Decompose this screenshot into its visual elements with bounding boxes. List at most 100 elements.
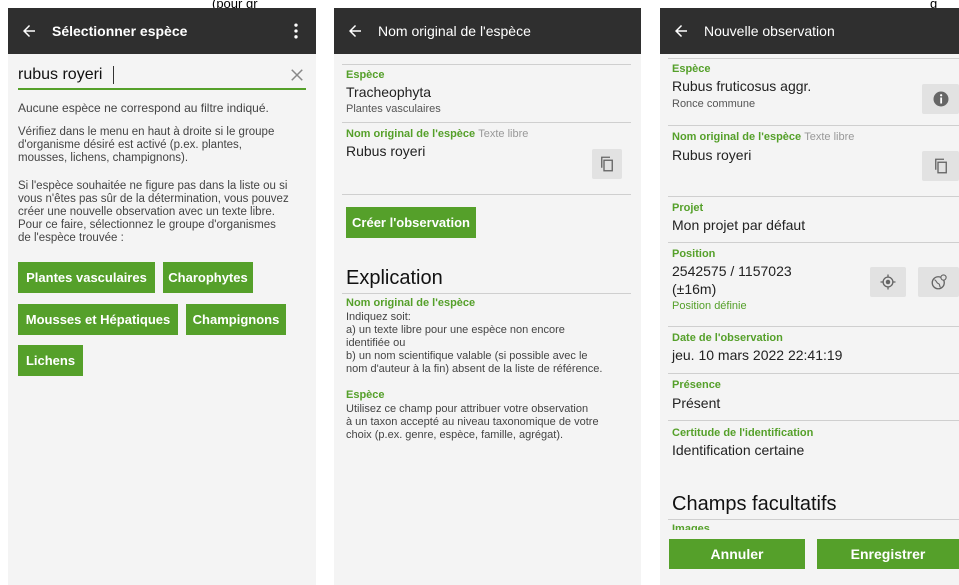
page-title: Sélectionner espèce bbox=[52, 23, 188, 39]
divider bbox=[668, 242, 959, 243]
presence-value[interactable]: Présent bbox=[672, 395, 720, 411]
explication-species-label: Espèce bbox=[346, 389, 385, 401]
cancel-button[interactable]: Annuler bbox=[669, 539, 805, 569]
original-name-label: Nom original de l'espèce Texte libre bbox=[672, 131, 854, 143]
text-line: identifiée ou bbox=[346, 337, 406, 349]
text-line: mousses, lichens, champignons). bbox=[18, 152, 189, 164]
copy-icon bbox=[934, 158, 947, 174]
text-line: Pour ce faire, sélectionnez le groupe d'… bbox=[18, 219, 276, 231]
copy-button[interactable] bbox=[592, 149, 622, 179]
divider bbox=[342, 194, 631, 195]
page-title: Nom original de l'espèce bbox=[378, 23, 531, 39]
species-subtitle: Ronce commune bbox=[672, 98, 756, 110]
position-label: Position bbox=[672, 248, 716, 260]
species-subtitle: Plantes vasculaires bbox=[346, 103, 441, 115]
divider bbox=[668, 125, 959, 126]
certainty-value[interactable]: Identification certaine bbox=[672, 442, 804, 458]
page-title: Nouvelle observation bbox=[704, 23, 835, 39]
text-cursor bbox=[113, 66, 114, 84]
copy-button[interactable] bbox=[922, 151, 959, 181]
free-text-hint: Si l'espèce souhaitée ne figure pas dans… bbox=[18, 180, 289, 245]
search-input-value: rubus royeri bbox=[18, 66, 103, 83]
explication-species-text: Utilisez ce champ pour attribuer votre o… bbox=[346, 403, 599, 442]
divider bbox=[342, 64, 631, 65]
images-label: Images bbox=[672, 523, 710, 530]
original-name-value[interactable]: Rubus royeri bbox=[672, 147, 751, 163]
info-button[interactable] bbox=[922, 84, 959, 114]
text-line: Utilisez ce champ pour attribuer votre o… bbox=[346, 403, 589, 415]
divider bbox=[668, 58, 959, 59]
date-value[interactable]: jeu. 10 mars 2022 22:41:19 bbox=[672, 347, 842, 363]
info-icon bbox=[933, 91, 948, 107]
text-line: Si l'espèce souhaitée ne figure pas dans… bbox=[18, 180, 288, 192]
divider bbox=[342, 122, 631, 123]
group-hint-text: Vérifiez dans le menu en haut à droite s… bbox=[18, 126, 274, 165]
certainty-label: Certitude de l'identification bbox=[672, 427, 814, 439]
group-button-mousses-hepatiques[interactable]: Mousses et Hépatiques bbox=[18, 304, 178, 335]
map-location-button[interactable] bbox=[918, 267, 959, 297]
project-value[interactable]: Mon projet par défaut bbox=[672, 217, 805, 233]
text-line: a) un texte libre pour une espèce non en… bbox=[346, 324, 565, 336]
screen-original-name: Nom original de l'espèce Espèce Tracheop… bbox=[334, 8, 641, 585]
text-line: choix (p.ex. genre, espèce, famille, agr… bbox=[346, 429, 564, 441]
app-bar: Sélectionner espèce bbox=[8, 8, 316, 54]
species-value[interactable]: Tracheophyta bbox=[346, 84, 431, 100]
search-input[interactable]: rubus royeri bbox=[18, 64, 306, 90]
app-bar: Nom original de l'espèce bbox=[334, 8, 641, 54]
no-match-text: Aucune espèce ne correspond au filtre in… bbox=[18, 101, 269, 115]
divider bbox=[668, 326, 959, 327]
create-observation-button[interactable]: Créer l'observation bbox=[346, 207, 476, 238]
project-label: Projet bbox=[672, 202, 704, 214]
text-line: de l'espèce trouvée : bbox=[18, 232, 124, 244]
back-arrow-icon[interactable] bbox=[346, 22, 364, 40]
optional-fields-heading: Champs facultatifs bbox=[672, 493, 837, 515]
free-text-tag: Texte libre bbox=[478, 128, 529, 140]
text-line: d'organisme désiré est activé (p.ex. pla… bbox=[18, 139, 243, 151]
presence-label: Présence bbox=[672, 379, 721, 391]
save-button[interactable]: Enregistrer bbox=[817, 539, 959, 569]
group-button-charophytes[interactable]: Charophytes bbox=[163, 262, 253, 293]
globe-pin-icon bbox=[931, 274, 947, 290]
screen-new-observation: Nouvelle observation Espèce Rubus frutic… bbox=[660, 8, 959, 585]
clear-icon[interactable] bbox=[288, 66, 306, 84]
group-button-champignons[interactable]: Champignons bbox=[186, 304, 286, 335]
original-name-value[interactable]: Rubus royeri bbox=[346, 143, 425, 159]
label-text: Nom original de l'espèce bbox=[672, 131, 802, 143]
back-arrow-icon[interactable] bbox=[672, 22, 690, 40]
text-line: Indiquez soit: bbox=[346, 311, 411, 323]
copy-icon bbox=[601, 156, 613, 172]
divider bbox=[668, 519, 959, 520]
top-caption-right: g bbox=[930, 0, 938, 8]
text-line: Vérifiez dans le menu en haut à droite s… bbox=[18, 126, 275, 138]
position-precision: (±16m) bbox=[672, 281, 717, 297]
screen-select-species: Sélectionner espèce rubus royeri Aucune … bbox=[8, 8, 316, 585]
group-button-plantes-vasculaires[interactable]: Plantes vasculaires bbox=[18, 262, 155, 293]
free-text-tag: Texte libre bbox=[804, 131, 855, 143]
divider bbox=[668, 420, 959, 421]
position-status: Position définie bbox=[672, 300, 747, 312]
divider bbox=[668, 373, 959, 374]
text-line: vous n'êtes pas sûr de la détermination,… bbox=[18, 193, 289, 205]
text-line: à un taxon accepté au niveau taxonomique… bbox=[346, 416, 599, 428]
group-button-lichens[interactable]: Lichens bbox=[18, 345, 83, 376]
text-line: créer une nouvelle observation avec un t… bbox=[18, 206, 275, 218]
bottom-action-bar: Annuler Enregistrer bbox=[660, 530, 959, 585]
gps-target-icon bbox=[880, 274, 896, 290]
text-line: b) un nom scientifique valable (si possi… bbox=[346, 350, 588, 362]
species-label: Espèce bbox=[672, 63, 711, 75]
original-name-label: Nom original de l'espèce Texte libre bbox=[346, 128, 528, 140]
explication-original-name-text: Indiquez soit: a) un texte libre pour un… bbox=[346, 311, 602, 376]
explication-heading: Explication bbox=[346, 267, 443, 289]
divider bbox=[668, 196, 959, 197]
locate-button[interactable] bbox=[870, 267, 906, 297]
more-vert-icon[interactable] bbox=[286, 21, 306, 41]
date-label: Date de l'observation bbox=[672, 332, 783, 344]
position-value[interactable]: 2542575 / 1157023 bbox=[672, 263, 792, 279]
species-label: Espèce bbox=[346, 69, 385, 81]
text-line: nom d'auteur à la fin) absent de la list… bbox=[346, 363, 603, 375]
label-text: Nom original de l'espèce bbox=[346, 128, 476, 140]
back-arrow-icon[interactable] bbox=[20, 22, 38, 40]
explication-original-name-label: Nom original de l'espèce bbox=[346, 297, 476, 309]
top-caption-left: (pour gr bbox=[212, 0, 258, 8]
species-value[interactable]: Rubus fruticosus aggr. bbox=[672, 78, 811, 94]
